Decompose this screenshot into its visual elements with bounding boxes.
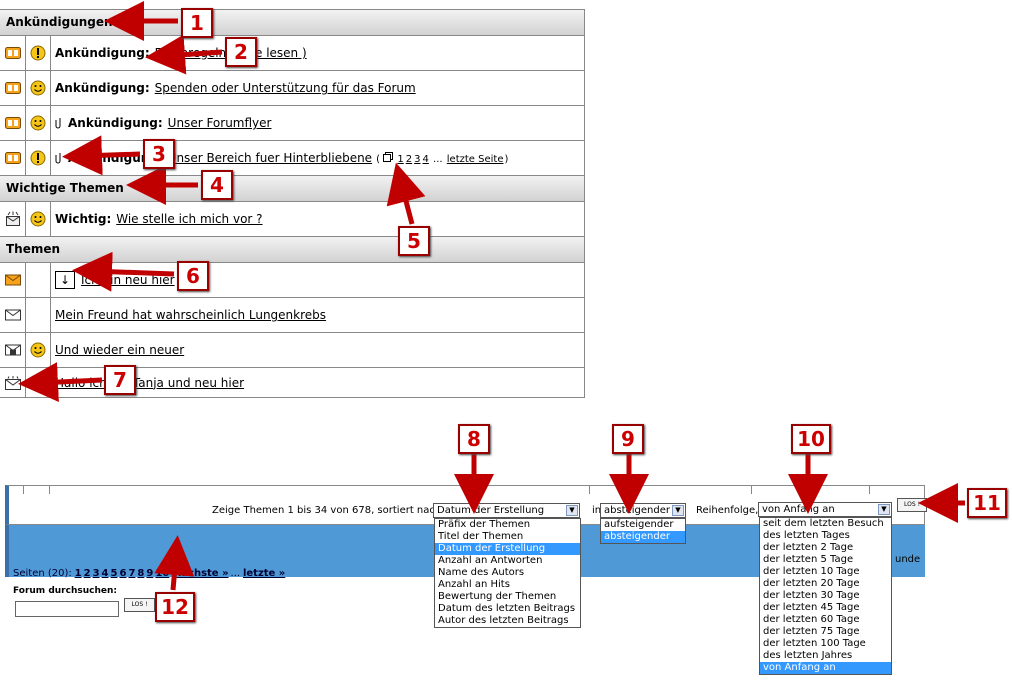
callout-badge: 3 bbox=[143, 139, 175, 169]
callout-badge: 1 bbox=[181, 8, 213, 38]
callout-arrow bbox=[18, 362, 103, 403]
callout-arrow bbox=[145, 34, 223, 75]
callout-badge: 10 bbox=[791, 424, 831, 454]
callout-arrow bbox=[62, 135, 141, 176]
callout-badge: 12 bbox=[155, 592, 195, 622]
callout-badge: 2 bbox=[225, 37, 257, 67]
callout-arrow bbox=[154, 535, 195, 591]
annotation-arrows bbox=[18, 1, 965, 591]
callout-badge: 9 bbox=[612, 424, 644, 454]
callout-badge: 8 bbox=[458, 424, 490, 454]
callout-arrow bbox=[72, 251, 175, 292]
callout-badge: 7 bbox=[104, 365, 136, 395]
callout-arrow bbox=[386, 162, 426, 225]
callout-badge: 6 bbox=[177, 261, 209, 291]
callout-badge: 11 bbox=[967, 488, 1007, 518]
callout-badge: 4 bbox=[201, 170, 233, 200]
callout-badge: 5 bbox=[398, 226, 430, 256]
